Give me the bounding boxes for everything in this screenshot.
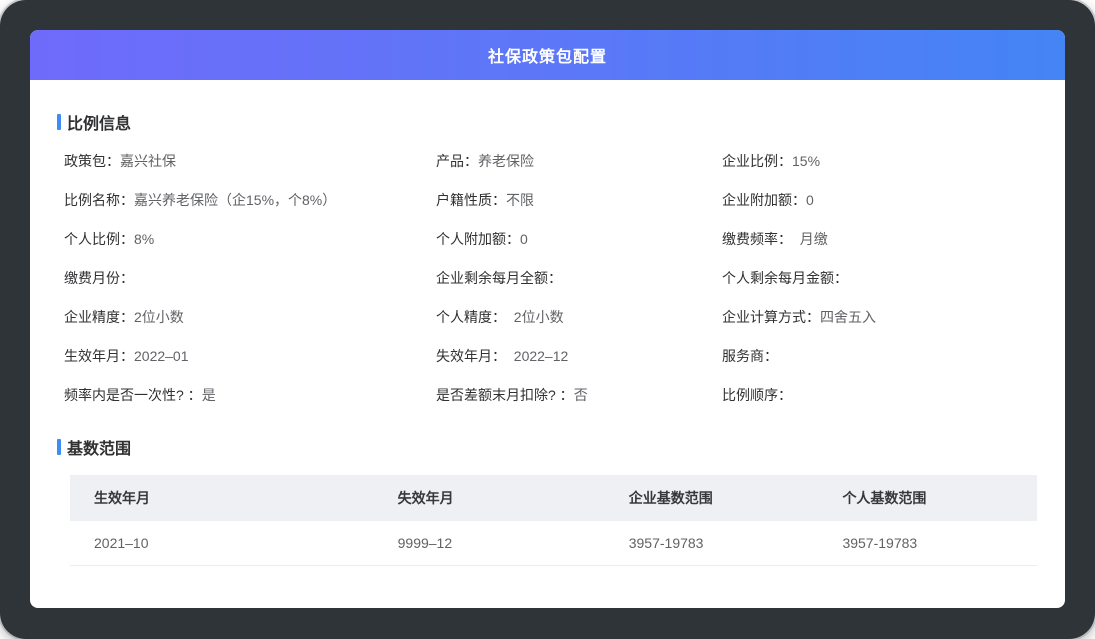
column-header-company-base-range: 企业基数范围: [605, 475, 819, 521]
field-personal-precision: 个人精度： 2位小数: [436, 308, 722, 327]
ratio-info-title: 比例信息: [57, 110, 1037, 134]
field-household-type: 户籍性质：不限: [436, 191, 722, 210]
section-base-range: 基数范围 生效年月 失效年月 企业基数范围 个人基数范: [57, 435, 1037, 566]
field-ratio-name: 比例名称：嘉兴养老保险（企15%，个8%）: [64, 191, 436, 210]
field-personal-ratio: 个人比例：8%: [64, 230, 436, 249]
field-personal-monthly-remainder: 个人剩余每月金额：: [722, 269, 1037, 288]
column-header-personal-base-range: 个人基数范围: [818, 475, 1037, 521]
dialog-body: 比例信息 政策包：嘉兴社保 产品：养老保险 企业比例：15% 比例名称：嘉兴养老…: [30, 80, 1065, 608]
field-payment-month: 缴费月份：: [64, 269, 436, 288]
ratio-info-fields: 政策包：嘉兴社保 产品：养老保险 企业比例：15% 比例名称：嘉兴养老保险（企1…: [64, 152, 1037, 405]
cell-effective-month: 2021–10: [70, 521, 374, 566]
field-expiry-month: 失效年月： 2022–12: [436, 347, 722, 366]
field-deduct-diff-last-month: 是否差额末月扣除? ：否: [436, 386, 722, 405]
field-company-calc-method: 企业计算方式：四舍五入: [722, 308, 1037, 327]
cell-personal-base-range: 3957-19783: [818, 521, 1037, 566]
table-header-row: 生效年月 失效年月 企业基数范围 个人基数范围: [70, 475, 1037, 521]
section-marker-icon: [57, 114, 61, 130]
ratio-info-title-text: 比例信息: [67, 110, 131, 134]
field-one-time-in-frequency: 频率内是否一次性? ：是: [64, 386, 436, 405]
section-marker-icon: [57, 439, 61, 455]
field-effective-month: 生效年月：2022–01: [64, 347, 436, 366]
dialog-title: 社保政策包配置: [488, 43, 607, 67]
field-payment-frequency: 缴费频率： 月缴: [722, 230, 1037, 249]
cell-expiry-month: 9999–12: [374, 521, 605, 566]
field-product: 产品：养老保险: [436, 152, 722, 171]
column-header-effective-month: 生效年月: [70, 475, 374, 521]
table-row: 2021–10 9999–12 3957-19783 3957-19783: [70, 521, 1037, 566]
field-company-ratio: 企业比例：15%: [722, 152, 1037, 171]
field-ratio-order: 比例顺序：: [722, 386, 1037, 405]
section-ratio-info: 比例信息 政策包：嘉兴社保 产品：养老保险 企业比例：15% 比例名称：嘉兴养老…: [57, 110, 1037, 405]
field-policy-package: 政策包：嘉兴社保: [64, 152, 436, 171]
field-company-extra-amount: 企业附加额：0: [722, 191, 1037, 210]
column-header-expiry-month: 失效年月: [374, 475, 605, 521]
base-range-title: 基数范围: [57, 435, 1037, 459]
cell-company-base-range: 3957-19783: [605, 521, 819, 566]
dialog-header: 社保政策包配置: [30, 30, 1065, 80]
base-range-table: 生效年月 失效年月 企业基数范围 个人基数范围 2021–10 9999–12 …: [70, 475, 1037, 566]
field-personal-extra-amount: 个人附加额：0: [436, 230, 722, 249]
field-service-provider: 服务商：: [722, 347, 1037, 366]
field-company-monthly-remainder: 企业剩余每月全额：: [436, 269, 722, 288]
field-company-precision: 企业精度：2位小数: [64, 308, 436, 327]
window-frame: 社保政策包配置 比例信息 政策包：嘉兴社保 产品：养老保险 企业比例：15% 比…: [0, 0, 1095, 639]
policy-config-dialog: 社保政策包配置 比例信息 政策包：嘉兴社保 产品：养老保险 企业比例：15% 比…: [30, 30, 1065, 608]
base-range-title-text: 基数范围: [67, 435, 131, 459]
